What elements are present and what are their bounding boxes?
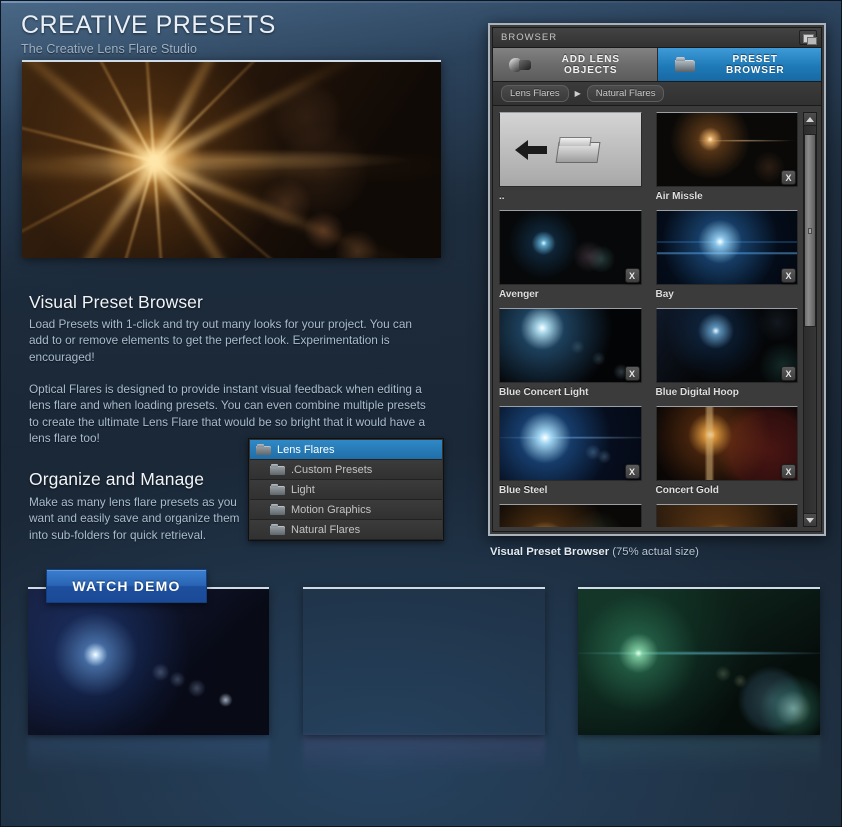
preset-label: Bay xyxy=(655,289,674,300)
preset-cell xyxy=(499,504,642,527)
folder-tree-item[interactable]: Light xyxy=(250,480,442,500)
section-title-visual-preset-browser: Visual Preset Browser xyxy=(29,292,203,312)
scroll-up-icon[interactable] xyxy=(804,113,816,126)
preset-cell: X Blue Concert Light xyxy=(499,308,642,400)
folder-icon xyxy=(270,464,285,475)
panel-window-icon[interactable] xyxy=(799,30,817,45)
tab-label: ADD LENS OBJECTS xyxy=(561,53,620,76)
breadcrumb-item-lens-flares[interactable]: Lens Flares xyxy=(501,85,569,102)
folder-tree-item[interactable]: Motion Graphics xyxy=(250,500,442,520)
preset-thumbnail[interactable] xyxy=(655,112,798,187)
page-root: CREATIVE PRESETS The Creative Lens Flare… xyxy=(0,0,842,827)
preset-label: Blue Concert Light xyxy=(499,387,589,398)
folder-tree-item-label: Lens Flares xyxy=(277,443,335,456)
preset-cell: X Avenger xyxy=(499,210,642,302)
preset-grid: .. X Air Missle X Avenger X Bay X Blue Concert L… xyxy=(499,112,798,527)
hero-flare-image xyxy=(22,60,441,258)
section-paragraph: Optical Flares is designed to provide in… xyxy=(29,382,426,445)
browser-panel-inner: BROWSER ADD LENS OBJECTS PRESET BROWSER … xyxy=(492,27,822,532)
page-header: CREATIVE PRESETS The Creative Lens Flare… xyxy=(21,11,276,56)
folder-tree-item[interactable]: Natural Flares xyxy=(250,520,442,540)
scrollbar-thumb[interactable] xyxy=(804,133,816,328)
folder-tree-item-label: Light xyxy=(291,483,315,496)
preset-thumbnail[interactable] xyxy=(655,406,798,481)
folder-icon xyxy=(256,444,271,455)
preset-grid-wrapper: .. X Air Missle X Avenger X Bay X Blue Concert L… xyxy=(493,106,821,531)
folder-tree-item[interactable]: Lens Flares xyxy=(250,440,442,460)
breadcrumb-item-natural-flares[interactable]: Natural Flares xyxy=(586,85,665,102)
hero-ray xyxy=(153,160,441,173)
preset-cell: X Air Missle xyxy=(655,112,798,204)
watch-demo-button[interactable]: WATCH DEMO xyxy=(46,569,207,603)
preset-label: Blue Steel xyxy=(499,485,548,496)
gallery-reflection xyxy=(303,735,545,775)
page-subtitle: The Creative Lens Flare Studio xyxy=(21,42,198,56)
preset-remove-button[interactable]: X xyxy=(781,268,796,283)
preset-thumbnail[interactable] xyxy=(499,308,642,383)
browser-title-label: BROWSER xyxy=(501,32,558,43)
folder-tree-item-label: Motion Graphics xyxy=(291,503,372,516)
tab-preset-browser[interactable]: PRESET BROWSER xyxy=(657,48,821,81)
panel-caption-bold: Visual Preset Browser xyxy=(490,546,610,558)
page-title: CREATIVE PRESETS xyxy=(21,11,276,39)
preset-cell: X Bay xyxy=(655,210,798,302)
folder-icon xyxy=(270,484,285,495)
preset-remove-button[interactable]: X xyxy=(781,366,796,381)
section-paragraph: Make as many lens flare presets as you w… xyxy=(29,495,240,542)
panel-caption-rest: (75% actual size) xyxy=(609,546,699,558)
preset-cell: .. xyxy=(499,112,642,204)
tab-label: PRESET BROWSER xyxy=(725,53,785,76)
preset-thumbnail[interactable] xyxy=(499,210,642,285)
gallery-image-blue-starburst xyxy=(28,587,269,735)
preset-thumbnail[interactable] xyxy=(655,504,798,527)
preset-remove-button[interactable]: X xyxy=(781,464,796,479)
tab-add-lens-objects[interactable]: ADD LENS OBJECTS xyxy=(493,48,658,81)
preset-cell xyxy=(655,504,798,527)
folder-icon xyxy=(270,524,285,535)
folder-icon xyxy=(672,55,698,75)
preset-thumbnail[interactable] xyxy=(655,308,798,383)
preset-label: Avenger xyxy=(499,289,539,300)
preset-remove-button[interactable]: X xyxy=(781,170,796,185)
preset-grid-scrollbar[interactable] xyxy=(803,112,817,527)
breadcrumb-separator-icon: ▶ xyxy=(574,89,581,98)
preset-label: Air Missle xyxy=(655,191,703,202)
preset-remove-button[interactable]: X xyxy=(624,464,640,479)
panel-caption: Visual Preset Browser (75% actual size) xyxy=(490,546,699,558)
browser-titlebar: BROWSER xyxy=(493,28,821,48)
section-paragraph: Load Presets with 1-click and try out ma… xyxy=(29,317,412,364)
folder-tree-item-label: .Custom Presets xyxy=(291,463,373,476)
lens-object-icon xyxy=(507,55,533,75)
preset-remove-button[interactable]: X xyxy=(624,366,640,381)
preset-thumbnail[interactable] xyxy=(655,210,798,285)
folder-tree-item-label: Natural Flares xyxy=(291,523,361,536)
scroll-down-icon[interactable] xyxy=(804,513,816,526)
browser-panel: BROWSER ADD LENS OBJECTS PRESET BROWSER … xyxy=(488,23,826,536)
preset-label: Blue Digital Hoop xyxy=(655,387,739,398)
gallery-reflection xyxy=(28,735,269,775)
preset-thumbnail[interactable] xyxy=(499,504,642,527)
preset-remove-button[interactable]: X xyxy=(624,268,640,283)
gallery-reflection xyxy=(578,735,820,775)
section-title-organize-and-manage: Organize and Manage xyxy=(29,469,205,489)
preset-label: .. xyxy=(499,191,505,202)
folder-tree[interactable]: Lens Flares .Custom Presets Light Motion Gr… xyxy=(248,438,444,541)
gallery-image-magenta-bokeh xyxy=(303,587,545,735)
browser-tabs: ADD LENS OBJECTS PRESET BROWSER xyxy=(493,48,821,82)
breadcrumb: Lens Flares ▶ Natural Flares xyxy=(493,82,821,106)
folder-tree-item[interactable]: .Custom Presets xyxy=(250,460,442,480)
preset-cell: X Blue Digital Hoop xyxy=(655,308,798,400)
folder-icon xyxy=(555,136,599,164)
preset-parent-folder-thumbnail[interactable] xyxy=(499,112,642,187)
folder-icon xyxy=(270,504,285,515)
preset-label: Concert Gold xyxy=(655,485,719,496)
preset-cell: X Blue Steel xyxy=(499,406,642,498)
preset-cell: X Concert Gold xyxy=(655,406,798,498)
scrollbar-track[interactable] xyxy=(804,126,816,513)
preset-thumbnail[interactable] xyxy=(499,406,642,481)
gallery-image-green-flare xyxy=(578,587,820,735)
